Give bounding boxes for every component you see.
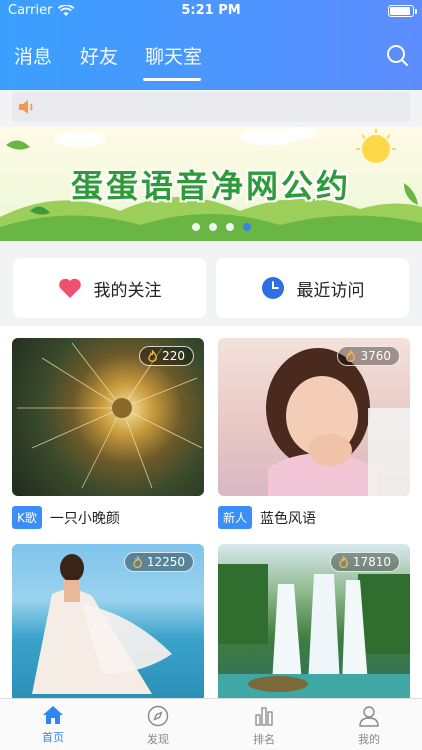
room-cover-child[interactable]: 3760 (218, 338, 410, 496)
bar-chart-icon (255, 707, 273, 726)
battery-icon (388, 5, 417, 17)
heat-count: 220 (162, 349, 185, 363)
status-bar: Carrier 5:21 PM (0, 0, 422, 24)
header: Carrier 5:21 PM 消息 好友 聊天室 (0, 0, 422, 90)
room-name: 蓝色风语 (260, 510, 317, 527)
tabbar-discover-label: 发现 (147, 733, 169, 746)
carousel-dots (0, 223, 422, 231)
heat-badge: 3760 (337, 346, 400, 366)
heat-badge: 12250 (123, 552, 194, 572)
announcement-bar[interactable] (12, 92, 410, 122)
tabbar-home[interactable]: 首页 (23, 705, 83, 745)
room-card[interactable]: 17810 (218, 544, 410, 702)
heat-count: 17810 (352, 555, 391, 569)
banner-title: 蛋蛋语音净网公约 (70, 167, 351, 205)
room-tag: 新人 (218, 506, 253, 529)
speaker-icon (18, 99, 36, 115)
room-cover-dandelion[interactable]: 220 (12, 338, 204, 496)
carousel-dot[interactable] (191, 223, 200, 231)
room-cover-beach[interactable]: 12250 (12, 544, 204, 702)
carousel-dot-active[interactable] (242, 223, 251, 231)
heat-badge: 17810 (329, 552, 400, 572)
tabbar-me-label: 我的 (358, 733, 380, 746)
tabbar-ranking-label: 排名 (253, 733, 275, 746)
compass-icon (147, 705, 169, 727)
active-tab-indicator (143, 78, 201, 81)
room-cover-waterfall[interactable]: 17810 (218, 544, 410, 702)
recent-visits-label: 最近访问 (296, 280, 365, 301)
my-follow-label: 我的关注 (93, 280, 162, 301)
tab-messages[interactable]: 消息 (14, 42, 52, 69)
room-name: 一只小晚颜 (49, 510, 120, 527)
tab-friends[interactable]: 好友 (80, 42, 118, 69)
tabbar-discover[interactable]: 发现 (128, 705, 188, 747)
home-icon (43, 706, 63, 724)
room-card[interactable]: 220 K歌 一只小晚颜 (12, 338, 204, 529)
tabbar-me[interactable]: 我的 (339, 705, 399, 747)
heart-icon (58, 278, 81, 298)
tabbar-home-label: 首页 (42, 731, 64, 744)
room-card[interactable]: 12250 (12, 544, 204, 702)
bottom-tab-bar: 首页 发现 排名 我的 (0, 698, 422, 750)
user-icon (359, 706, 379, 727)
heat-count: 3760 (360, 349, 391, 363)
heat-count: 12250 (146, 555, 185, 569)
top-nav: 消息 好友 聊天室 (0, 34, 422, 84)
status-time: 5:21 PM (181, 3, 241, 18)
search-icon[interactable] (386, 44, 408, 66)
room-grid: 220 K歌 一只小晚颜 3760 新人 蓝色风语 12250 17810 (0, 326, 422, 702)
carousel-dot[interactable] (225, 223, 234, 231)
recent-visits-button[interactable]: 最近访问 (216, 258, 409, 318)
carousel-dot[interactable] (208, 223, 217, 231)
room-tag: K歌 (12, 506, 42, 529)
banner-carousel[interactable]: 蛋蛋语音净网公约 (0, 127, 422, 241)
tab-chatroom[interactable]: 聊天室 (145, 42, 202, 69)
room-card[interactable]: 3760 新人 蓝色风语 (218, 338, 410, 529)
tabbar-ranking[interactable]: 排名 (234, 705, 294, 747)
clock-icon (261, 277, 284, 299)
my-follow-button[interactable]: 我的关注 (13, 258, 206, 318)
heat-badge: 220 (139, 346, 194, 366)
